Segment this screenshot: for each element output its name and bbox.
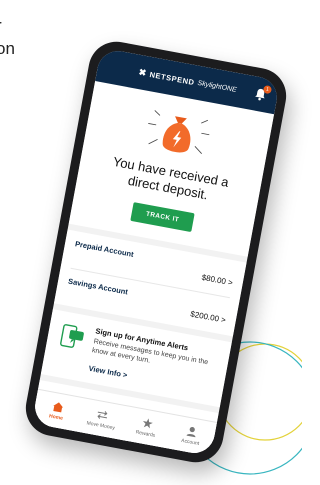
nav-rewards[interactable]: Rewards (125, 414, 168, 441)
nav-label: Rewards (135, 429, 156, 439)
account-balance: $80.00 > (200, 272, 234, 288)
account-name: Savings Account (67, 276, 129, 297)
nav-account[interactable]: Account (170, 422, 213, 449)
nav-home[interactable]: Home (36, 397, 79, 424)
brand-logo: ✖ NETSPEND SkylightONE (138, 66, 238, 95)
nav-label: Account (180, 437, 200, 448)
user-icon (186, 427, 196, 438)
account-name: Prepaid Account (74, 239, 135, 259)
nav-move-money[interactable]: Move Money (80, 405, 123, 432)
brand-sub: SkylightONE (196, 79, 238, 94)
money-bag-icon (139, 103, 217, 163)
deposit-message: You have received a direct deposit. (111, 153, 230, 203)
brand-name: NETSPEND (148, 69, 196, 87)
account-balance: $200.00 > (189, 309, 227, 325)
nav-label: Home (48, 413, 64, 422)
notification-badge: 1 (262, 84, 273, 95)
transfer-arrows-icon (97, 411, 108, 419)
phone-message-icon (56, 320, 89, 353)
stars-icon (142, 418, 153, 429)
home-icon (52, 402, 63, 413)
nav-label: Move Money (86, 420, 116, 432)
track-it-button[interactable]: TRACK IT (130, 202, 195, 233)
netspend-logo-icon: ✖ (137, 66, 148, 78)
bell-icon[interactable]: 1 (252, 84, 273, 102)
